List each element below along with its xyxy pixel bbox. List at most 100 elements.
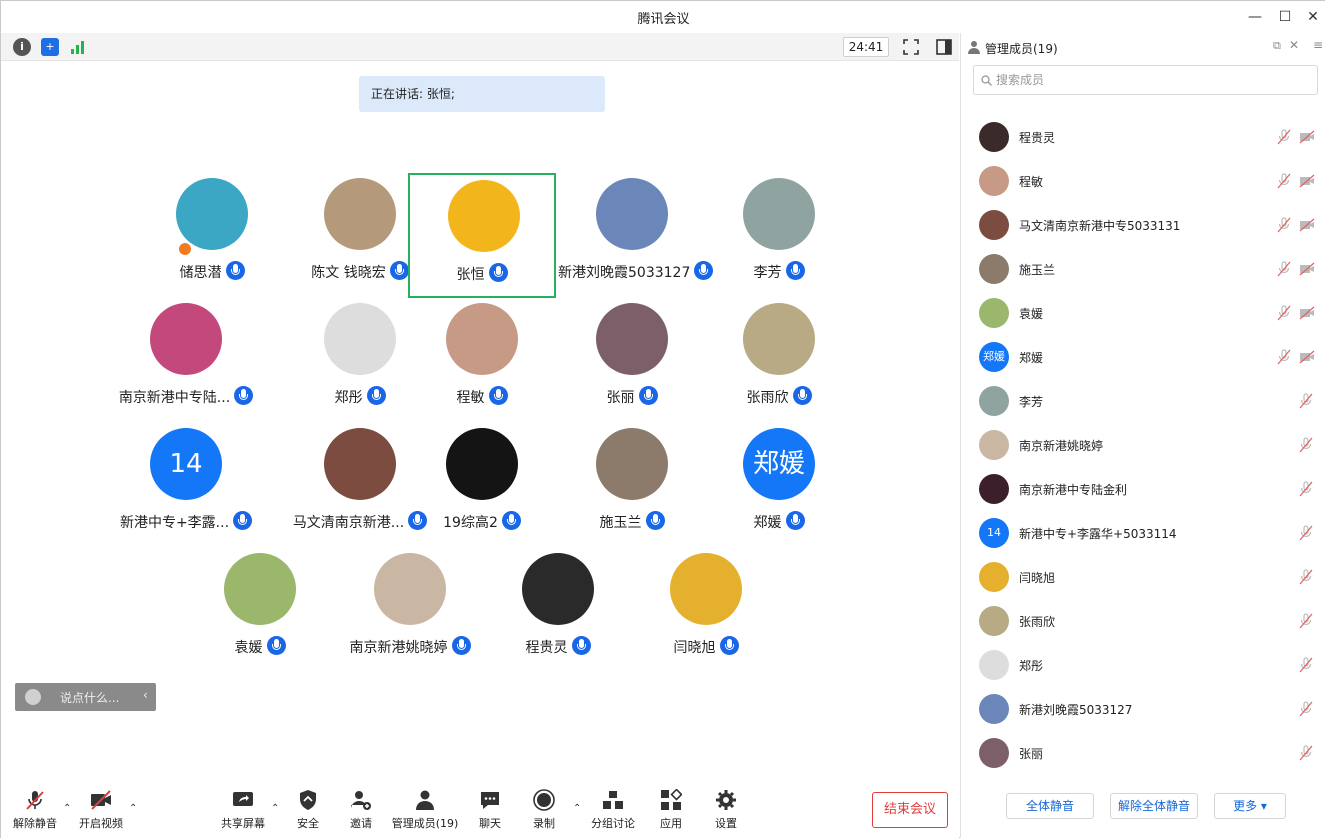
chat-button[interactable]: 聊天 xyxy=(460,789,520,835)
shield-icon[interactable]: + xyxy=(41,38,59,56)
muted-mic-icon[interactable] xyxy=(1299,525,1313,541)
member-row[interactable]: 14 新港中专+李露华+5033114 xyxy=(961,511,1325,555)
member-row[interactable]: 郑彤 xyxy=(961,643,1325,687)
mic-icon xyxy=(792,386,812,405)
muted-mic-icon[interactable] xyxy=(1299,393,1313,409)
participant-tile[interactable]: 19综高2 xyxy=(408,423,556,548)
muted-mic-icon[interactable] xyxy=(1277,349,1291,365)
emoji-icon[interactable] xyxy=(25,689,41,705)
manage-members-button[interactable]: 管理成员(19) xyxy=(385,789,465,835)
video-off-icon[interactable] xyxy=(1299,174,1315,188)
chat-quick-input[interactable]: 说点什么... ‹ xyxy=(15,683,156,711)
member-avatar xyxy=(979,650,1009,680)
muted-mic-icon[interactable] xyxy=(1277,217,1291,233)
member-row[interactable]: 新港刘晚霞5033127 xyxy=(961,687,1325,731)
member-row[interactable]: 李芳 xyxy=(961,379,1325,423)
member-row[interactable]: 程敏 xyxy=(961,159,1325,203)
participant-tile[interactable]: 李芳 xyxy=(705,173,853,298)
record-options-chevron-icon[interactable]: ⌃ xyxy=(573,803,581,814)
invite-label: 邀请 xyxy=(350,817,372,830)
member-avatar xyxy=(979,122,1009,152)
participant-tile[interactable]: 施玉兰 xyxy=(558,423,706,548)
video-off-icon[interactable] xyxy=(1299,262,1315,276)
muted-mic-icon[interactable] xyxy=(1299,437,1313,453)
members-panel-header: 管理成员(19) ⧉ ✕ ≡ xyxy=(961,33,1325,61)
collapse-chevron-icon[interactable]: ‹ xyxy=(143,688,148,702)
video-options-chevron-icon[interactable]: ⌃ xyxy=(129,803,137,814)
panel-close-icon[interactable]: ✕ xyxy=(1289,38,1299,52)
member-row[interactable]: 袁媛 xyxy=(961,291,1325,335)
share-screen-button[interactable]: 共享屏幕 xyxy=(213,789,273,835)
end-meeting-button[interactable]: 结束会议 xyxy=(872,792,948,828)
muted-mic-icon[interactable] xyxy=(1299,701,1313,717)
muted-mic-icon[interactable] xyxy=(1277,173,1291,189)
mic-icon xyxy=(488,263,508,282)
maximize-icon[interactable]: ☐ xyxy=(1275,7,1295,27)
participant-tile[interactable]: 张雨欣 xyxy=(705,298,853,423)
apps-button[interactable]: 应用 xyxy=(641,789,701,835)
video-off-icon[interactable] xyxy=(1299,130,1315,144)
security-button[interactable]: 安全 xyxy=(278,789,338,835)
popout-icon[interactable]: ⧉ xyxy=(1273,39,1281,53)
video-off-icon[interactable] xyxy=(1299,350,1315,364)
settings-button[interactable]: 设置 xyxy=(696,789,756,835)
muted-mic-icon[interactable] xyxy=(1299,569,1313,585)
member-row[interactable]: 施玉兰 xyxy=(961,247,1325,291)
mic-icon xyxy=(488,386,508,405)
unmute-all-button[interactable]: 解除全体静音 xyxy=(1110,793,1198,819)
breakout-icon xyxy=(603,791,623,809)
muted-mic-icon[interactable] xyxy=(1299,481,1313,497)
participant-tile[interactable]: 程贵灵 xyxy=(484,548,632,673)
member-row[interactable]: 闫晓旭 xyxy=(961,555,1325,599)
sidebar-toggle-icon[interactable] xyxy=(935,38,953,56)
unmute-button[interactable]: 解除静音 xyxy=(5,789,65,835)
member-row[interactable]: 张雨欣 xyxy=(961,599,1325,643)
minimize-icon[interactable]: — xyxy=(1245,7,1265,27)
video-off-icon[interactable] xyxy=(1299,218,1315,232)
breakout-button[interactable]: 分组讨论 xyxy=(583,789,643,835)
record-label: 录制 xyxy=(533,817,555,830)
participant-tile[interactable]: 张丽 xyxy=(558,298,706,423)
participant-tile[interactable]: 新港刘晚霞5033127 xyxy=(558,173,714,298)
member-name: 张丽 xyxy=(1019,747,1044,761)
start-video-button[interactable]: 开启视频 xyxy=(71,789,131,835)
member-row[interactable]: 郑媛 郑媛 xyxy=(961,335,1325,379)
fullscreen-icon[interactable] xyxy=(902,38,920,56)
panel-menu-icon[interactable]: ≡ xyxy=(1313,38,1323,52)
participant-name-row: 南京新港中专陆... xyxy=(112,386,260,407)
video-off-icon xyxy=(91,790,111,810)
member-name: 李芳 xyxy=(1019,395,1044,409)
member-row[interactable]: 南京新港中专陆金利 xyxy=(961,467,1325,511)
video-off-icon[interactable] xyxy=(1299,306,1315,320)
participant-tile[interactable]: 郑媛 郑媛 xyxy=(705,423,853,548)
member-row[interactable]: 程贵灵 xyxy=(961,115,1325,159)
member-search-placeholder: 搜索成员 xyxy=(996,73,1045,87)
active-speaker-tile[interactable]: 张恒 xyxy=(408,173,556,298)
member-row[interactable]: 马文清南京新港中专5033131 xyxy=(961,203,1325,247)
mute-all-button[interactable]: 全体静音 xyxy=(1006,793,1094,819)
more-button[interactable]: 更多 ▾ xyxy=(1214,793,1286,819)
muted-mic-icon[interactable] xyxy=(1277,305,1291,321)
invite-button[interactable]: 邀请 xyxy=(331,789,391,835)
participant-tile[interactable]: 袁媛 xyxy=(186,548,334,673)
member-row[interactable]: 南京新港姚晓婷 xyxy=(961,423,1325,467)
close-icon[interactable]: ✕ xyxy=(1303,7,1323,27)
signal-icon[interactable] xyxy=(69,38,87,56)
participant-tile[interactable]: 14 新港中专+李露... xyxy=(112,423,260,548)
muted-mic-icon[interactable] xyxy=(1299,745,1313,761)
participant-tile[interactable]: 储思潜 xyxy=(138,173,286,298)
member-row[interactable]: 张丽 xyxy=(961,731,1325,775)
participant-name-row: 张恒 xyxy=(410,263,554,284)
member-search-input[interactable]: 搜索成员 xyxy=(973,65,1318,95)
participant-tile[interactable]: 闫晓旭 xyxy=(632,548,780,673)
muted-mic-icon[interactable] xyxy=(1277,129,1291,145)
participant-tile[interactable]: 南京新港中专陆... xyxy=(112,298,260,423)
info-icon[interactable]: i xyxy=(13,38,31,56)
participant-tile[interactable]: 南京新港姚晓婷 xyxy=(336,548,484,673)
muted-mic-icon[interactable] xyxy=(1299,613,1313,629)
muted-mic-icon[interactable] xyxy=(1299,657,1313,673)
participant-tile[interactable]: 程敏 xyxy=(408,298,556,423)
record-button[interactable]: 录制 xyxy=(514,789,574,835)
muted-mic-icon[interactable] xyxy=(1277,261,1291,277)
participant-avatar xyxy=(224,553,296,625)
